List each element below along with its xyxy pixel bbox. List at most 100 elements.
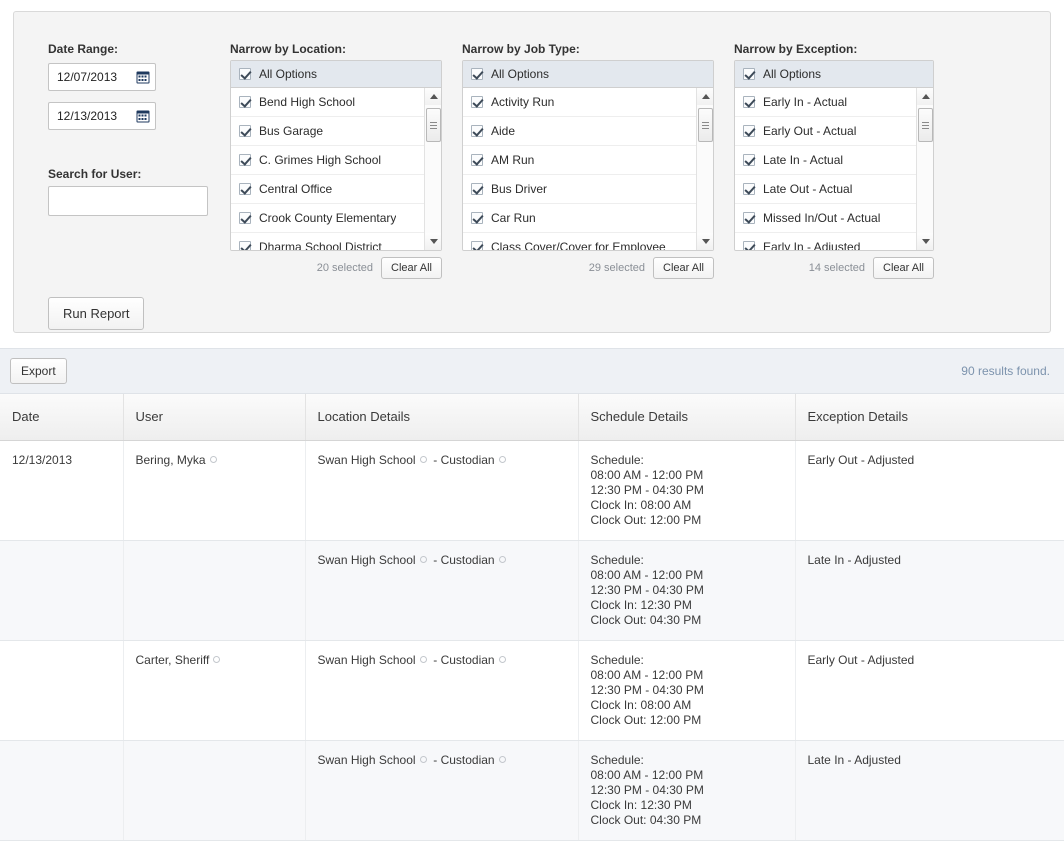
checkbox-icon[interactable] xyxy=(743,96,755,108)
exception-listbox[interactable]: All Options Early In - Actual Early Out … xyxy=(734,60,934,251)
checkbox-icon[interactable] xyxy=(471,183,483,195)
scroll-down-arrow-icon[interactable] xyxy=(425,233,441,250)
cell-location: Swan High School - Custodian xyxy=(305,440,579,541)
scrollbar-thumb[interactable] xyxy=(426,108,441,142)
checkbox-icon[interactable] xyxy=(743,68,755,80)
checkbox-icon[interactable] xyxy=(471,125,483,137)
job-type-clear-all-button[interactable]: Clear All xyxy=(653,257,714,279)
checkbox-icon[interactable] xyxy=(239,212,251,224)
job-type-item[interactable]: Class Cover/Cover for Employee xyxy=(463,233,713,250)
info-icon[interactable] xyxy=(498,555,506,563)
checkbox-icon[interactable] xyxy=(239,68,251,80)
checkbox-icon[interactable] xyxy=(239,241,251,250)
scroll-up-arrow-icon[interactable] xyxy=(425,88,441,105)
checkbox-icon[interactable] xyxy=(471,154,483,166)
job-type-item-label: AM Run xyxy=(491,153,535,167)
exception-item-label: Early In - Actual xyxy=(763,95,848,109)
schedule-shift-1: 08:00 AM - 12:00 PM xyxy=(590,567,704,582)
checkbox-icon[interactable] xyxy=(743,183,755,195)
scrollbar-thumb[interactable] xyxy=(698,108,713,142)
exception-clear-all-button[interactable]: Clear All xyxy=(873,257,934,279)
scrollbar-thumb[interactable] xyxy=(918,108,933,142)
table-row: Swan High School - Custodian Schedule: 0… xyxy=(0,740,1064,841)
checkbox-icon[interactable] xyxy=(471,96,483,108)
info-icon[interactable] xyxy=(498,455,506,463)
checkbox-icon[interactable] xyxy=(743,125,755,137)
exception-filter-label: Narrow by Exception: xyxy=(734,42,858,56)
search-user-input[interactable] xyxy=(48,186,208,216)
job-type-listbox[interactable]: All Options Activity Run Aide AM Run Bus… xyxy=(462,60,714,251)
exception-item[interactable]: Early In - Adjusted xyxy=(735,233,933,250)
checkbox-icon[interactable] xyxy=(471,68,483,80)
column-header-user[interactable]: User xyxy=(123,394,306,441)
info-icon[interactable] xyxy=(419,555,427,563)
checkbox-icon[interactable] xyxy=(239,125,251,137)
checkbox-icon[interactable] xyxy=(743,241,755,250)
scroll-down-arrow-icon[interactable] xyxy=(917,233,933,250)
calendar-icon[interactable] xyxy=(136,109,150,123)
job-type-scrollbar[interactable] xyxy=(696,88,713,250)
column-header-schedule-details[interactable]: Schedule Details xyxy=(578,394,796,441)
info-icon[interactable] xyxy=(419,455,427,463)
exception-all-options-label: All Options xyxy=(763,67,822,81)
cell-exception: Late In - Adjusted xyxy=(795,740,1064,841)
info-icon[interactable] xyxy=(213,655,221,663)
cell-user-text: Bering, Myka xyxy=(135,452,206,467)
checkbox-icon[interactable] xyxy=(239,183,251,195)
job-type-all-options-row[interactable]: All Options xyxy=(463,61,713,88)
results-toolbar: Export 90 results found. xyxy=(0,348,1064,394)
job-type-item[interactable]: Aide xyxy=(463,117,713,146)
location-scrollbar[interactable] xyxy=(424,88,441,250)
exception-scrollbar[interactable] xyxy=(916,88,933,250)
date-end-field[interactable]: 12/13/2013 xyxy=(48,102,156,130)
table-row: Carter, Sheriff Swan High School - Custo… xyxy=(0,640,1064,741)
location-item[interactable]: Bend High School xyxy=(231,88,441,117)
job-type-item[interactable]: Bus Driver xyxy=(463,175,713,204)
cell-location: Swan High School - Custodian xyxy=(305,740,579,841)
column-header-location-details[interactable]: Location Details xyxy=(305,394,579,441)
location-item[interactable]: Central Office xyxy=(231,175,441,204)
location-all-options-row[interactable]: All Options xyxy=(231,61,441,88)
location-item[interactable]: C. Grimes High School xyxy=(231,146,441,175)
info-icon[interactable] xyxy=(209,455,217,463)
exception-all-options-row[interactable]: All Options xyxy=(735,61,933,88)
scroll-up-arrow-icon[interactable] xyxy=(697,88,713,105)
location-item[interactable]: Dharma School District xyxy=(231,233,441,250)
cell-schedule: Schedule: 08:00 AM - 12:00 PM 12:30 PM -… xyxy=(578,640,796,741)
checkbox-icon[interactable] xyxy=(743,212,755,224)
location-item[interactable]: Crook County Elementary xyxy=(231,204,441,233)
info-icon[interactable] xyxy=(498,755,506,763)
calendar-icon[interactable] xyxy=(136,70,150,84)
exception-item-label: Early In - Adjusted xyxy=(763,240,861,250)
location-item[interactable]: Bus Garage xyxy=(231,117,441,146)
info-icon[interactable] xyxy=(419,655,427,663)
exception-item[interactable]: Early In - Actual xyxy=(735,88,933,117)
exception-item[interactable]: Late Out - Actual xyxy=(735,175,933,204)
job-type-item[interactable]: Activity Run xyxy=(463,88,713,117)
run-report-button[interactable]: Run Report xyxy=(48,297,145,330)
exception-item[interactable]: Early Out - Actual xyxy=(735,117,933,146)
column-header-exception-details[interactable]: Exception Details xyxy=(795,394,1064,441)
checkbox-icon[interactable] xyxy=(471,212,483,224)
checkbox-icon[interactable] xyxy=(239,154,251,166)
export-button[interactable]: Export xyxy=(10,358,67,384)
info-icon[interactable] xyxy=(498,655,506,663)
job-type-item[interactable]: Car Run xyxy=(463,204,713,233)
checkbox-icon[interactable] xyxy=(239,96,251,108)
info-icon[interactable] xyxy=(419,755,427,763)
location-all-options-label: All Options xyxy=(259,67,318,81)
location-clear-all-button[interactable]: Clear All xyxy=(381,257,442,279)
scroll-down-arrow-icon[interactable] xyxy=(697,233,713,250)
job-type-item[interactable]: AM Run xyxy=(463,146,713,175)
exception-item[interactable]: Late In - Actual xyxy=(735,146,933,175)
date-start-field[interactable]: 12/07/2013 xyxy=(48,63,156,91)
checkbox-icon[interactable] xyxy=(471,241,483,250)
cell-job-text: - Custodian xyxy=(433,752,495,767)
checkbox-icon[interactable] xyxy=(743,154,755,166)
column-header-date[interactable]: Date xyxy=(0,394,124,441)
schedule-label: Schedule: xyxy=(590,552,644,567)
location-listbox[interactable]: All Options Bend High School Bus Garage … xyxy=(230,60,442,251)
clock-out: Clock Out: 12:00 PM xyxy=(590,512,702,527)
exception-item[interactable]: Missed In/Out - Actual xyxy=(735,204,933,233)
scroll-up-arrow-icon[interactable] xyxy=(917,88,933,105)
